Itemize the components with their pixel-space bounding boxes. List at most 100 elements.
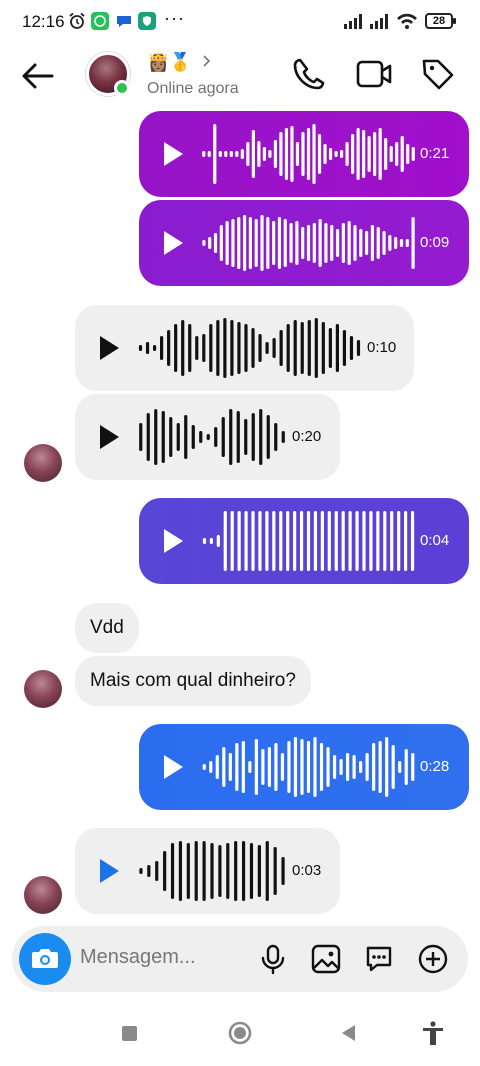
waveform-bar: [295, 142, 300, 166]
avatar[interactable]: [24, 444, 62, 482]
wifi-icon: [397, 13, 417, 29]
waveform-bar: [248, 761, 252, 773]
waveform-bar: [216, 535, 220, 547]
waveform-bar: [349, 336, 354, 360]
home-circle-icon[interactable]: [227, 1020, 253, 1046]
waveform-bar: [147, 865, 151, 877]
image-icon[interactable]: [310, 943, 342, 975]
audio-waveform[interactable]: [137, 313, 362, 383]
text-message-incoming[interactable]: Vdd: [75, 603, 139, 653]
accessibility-icon[interactable]: [420, 1020, 446, 1046]
waveform-bar: [231, 219, 235, 267]
audio-waveform[interactable]: [201, 506, 416, 576]
voice-message-outgoing[interactable]: 0:21: [139, 111, 469, 197]
waveform-bar: [359, 761, 363, 773]
play-icon[interactable]: [98, 424, 120, 450]
voice-message-incoming[interactable]: 0:03: [75, 828, 340, 914]
waveform-bar: [376, 227, 380, 259]
waveform-bar: [312, 223, 316, 263]
waveform-bar: [279, 330, 283, 366]
waveform-bar: [186, 843, 190, 899]
waveform-bar: [202, 240, 206, 246]
waveform-bar: [184, 415, 188, 459]
recents-square-icon[interactable]: [116, 1020, 142, 1046]
text-message-incoming[interactable]: Mais com qual dinheiro?: [75, 656, 311, 706]
waveform-bar: [170, 843, 175, 899]
waveform-bar: [326, 747, 330, 787]
battery-icon: 28: [425, 13, 456, 29]
avatar[interactable]: [24, 876, 62, 914]
audio-waveform[interactable]: [201, 119, 416, 189]
waveform-bar: [195, 336, 199, 360]
play-icon[interactable]: [162, 230, 184, 256]
back-arrow-icon[interactable]: [18, 60, 58, 92]
voice-message-outgoing[interactable]: 0:04: [139, 498, 469, 584]
waveform-bar: [328, 148, 333, 160]
back-triangle-icon[interactable]: [335, 1020, 361, 1046]
waveform-bar: [235, 151, 239, 157]
waveform-bar: [248, 217, 252, 269]
chevron-right-icon[interactable]: [200, 54, 214, 68]
waveform-bar: [268, 150, 272, 158]
audio-waveform[interactable]: [137, 836, 287, 906]
sticker-chat-icon[interactable]: [363, 943, 395, 975]
voice-message-outgoing[interactable]: 0:28: [139, 724, 469, 810]
waveform-bar: [277, 217, 282, 269]
waveform-bar: [160, 336, 164, 360]
play-icon[interactable]: [162, 528, 184, 554]
shield-icon: [138, 12, 156, 30]
voice-message-outgoing[interactable]: 0:09: [139, 200, 469, 286]
video-icon[interactable]: [355, 56, 393, 92]
voice-duration: 0:09: [420, 234, 450, 251]
waveform-bar: [265, 342, 269, 354]
waveform-bar: [258, 334, 262, 362]
online-status-dot: [114, 80, 130, 96]
add-circle-icon[interactable]: [417, 943, 449, 975]
voice-duration: 0:20: [292, 428, 322, 445]
waveform-bar: [369, 511, 373, 571]
waveform-bar: [221, 417, 225, 457]
waveform-bar: [209, 538, 214, 544]
waveform-bar: [306, 225, 311, 261]
waveform-bar: [138, 345, 143, 351]
waveform-bar: [293, 320, 297, 376]
message-composer: Mensagem...: [12, 926, 468, 992]
waveform-bar: [293, 511, 297, 571]
waveform-bar: [365, 231, 369, 255]
waveform-bar: [313, 511, 318, 571]
status-time: 12:16: [22, 12, 65, 31]
waveform-bar: [359, 229, 363, 257]
play-icon[interactable]: [162, 141, 184, 167]
waveform-bar: [174, 324, 178, 372]
waveform-bar: [244, 419, 248, 455]
waveform-bar: [394, 237, 398, 249]
microphone-icon[interactable]: [257, 943, 289, 975]
waveform-bar: [284, 128, 289, 180]
whatsapp-icon: [91, 12, 109, 30]
waveform-bar: [279, 132, 283, 176]
audio-waveform[interactable]: [201, 208, 416, 278]
audio-waveform[interactable]: [137, 402, 287, 472]
voice-message-incoming[interactable]: 0:10: [75, 305, 414, 391]
camera-button[interactable]: [19, 933, 71, 985]
play-icon[interactable]: [98, 858, 120, 884]
audio-waveform[interactable]: [201, 732, 416, 802]
contact-name[interactable]: 👸🏽🥇: [147, 52, 192, 73]
camera-icon: [32, 949, 58, 968]
contact-status: Online agora: [147, 80, 239, 97]
message-input[interactable]: Mensagem...: [80, 946, 196, 969]
tag-icon[interactable]: [420, 56, 456, 92]
waveform-bar: [222, 747, 226, 787]
play-icon[interactable]: [98, 335, 120, 361]
phone-icon[interactable]: [291, 56, 327, 92]
waveform-bar: [230, 320, 234, 376]
voice-duration: 0:10: [367, 339, 397, 356]
avatar[interactable]: [24, 670, 62, 708]
waveform-bar: [353, 225, 357, 261]
waveform-bar: [279, 511, 283, 571]
waveform-bar: [382, 231, 386, 255]
waveform-bar: [163, 851, 167, 891]
waveform-bar: [307, 320, 311, 376]
play-icon[interactable]: [162, 754, 184, 780]
voice-message-incoming[interactable]: 0:20: [75, 394, 340, 480]
